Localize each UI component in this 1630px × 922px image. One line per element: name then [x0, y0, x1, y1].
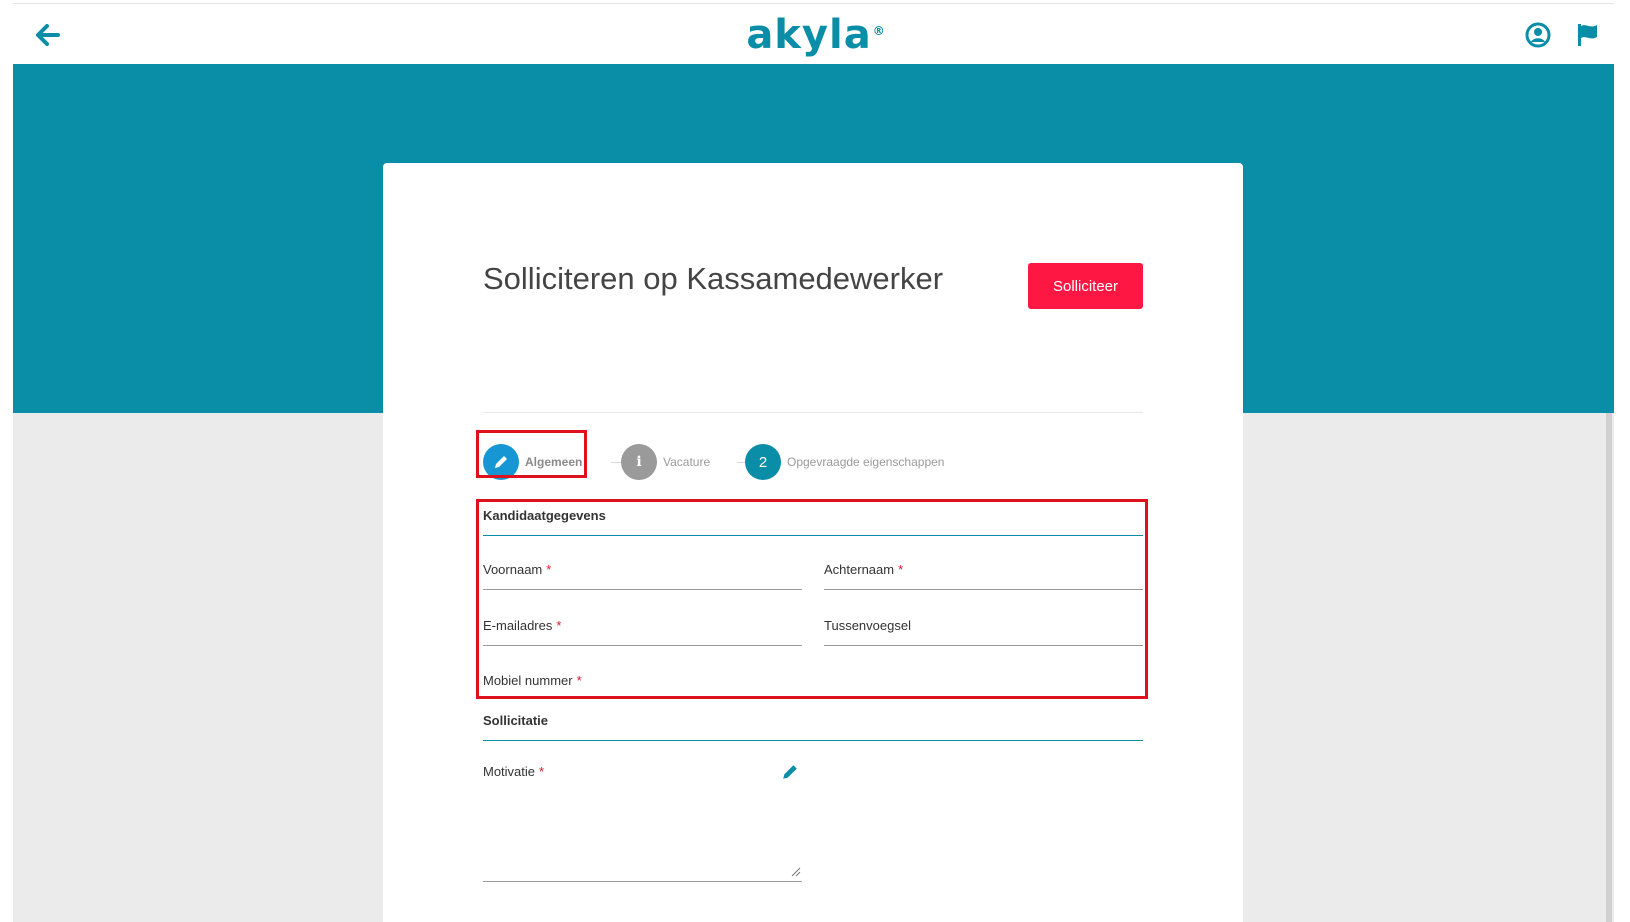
- resize-handle-icon[interactable]: [791, 867, 801, 877]
- pencil-icon[interactable]: [781, 763, 799, 781]
- required-marker: *: [539, 764, 545, 779]
- step-opgevraagde-eigenschappen[interactable]: 2 Opgevraagde eigenschappen: [745, 444, 944, 480]
- application-card: Solliciteren op Kassamedewerker Sollicit…: [383, 163, 1243, 922]
- flag-icon: [1578, 24, 1597, 46]
- step-vacature-label: Vacature: [663, 455, 711, 469]
- back-button[interactable]: [33, 20, 63, 50]
- apply-button[interactable]: Solliciteer: [1028, 263, 1143, 309]
- step-vacature-circle: i: [621, 444, 657, 480]
- language-button[interactable]: [1573, 20, 1603, 50]
- top-bar: akyla ®: [13, 3, 1614, 65]
- motivatie-textarea[interactable]: Motivatie *: [483, 764, 802, 882]
- step-vacature[interactable]: i Vacature: [621, 444, 710, 480]
- account-button[interactable]: [1523, 20, 1553, 50]
- motivatie-label: Motivatie: [483, 764, 536, 779]
- info-icon: i: [636, 454, 642, 470]
- title-divider: [483, 412, 1143, 413]
- step-opgevraagde-label: Opgevraagde eigenschappen: [787, 455, 945, 469]
- section-sollicitatie: Sollicitatie: [483, 713, 1143, 741]
- arrow-left-icon: [36, 24, 60, 46]
- user-circle-icon: [1525, 22, 1551, 48]
- highlight-box-form: [476, 499, 1148, 699]
- highlight-box-step: [476, 430, 587, 478]
- page-title: Solliciteren op Kassamedewerker: [483, 261, 944, 296]
- akyla-logo[interactable]: akyla ®: [746, 10, 884, 60]
- logo-text: akyla: [746, 12, 872, 58]
- scrollbar[interactable]: [1606, 413, 1612, 922]
- logo-mark: ®: [872, 24, 886, 38]
- step-number-circle: 2: [745, 444, 781, 480]
